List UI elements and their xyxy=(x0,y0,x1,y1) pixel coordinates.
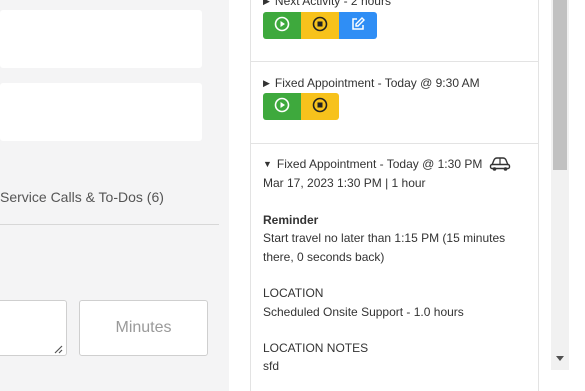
location-heading: LOCATION xyxy=(263,286,324,300)
car-icon xyxy=(489,156,511,177)
appointment-section-1: ▶ Fixed Appointment - Today @ 9:30 AM xyxy=(250,62,539,144)
activity-panel: ▶ Next Activity - 2 hours ▶ Fixed Appointm… xyxy=(229,0,585,391)
play-icon xyxy=(274,97,290,116)
tab-divider xyxy=(0,224,219,225)
location-value: Scheduled Onsite Support - 1.0 hours xyxy=(263,305,464,319)
edit-button[interactable] xyxy=(339,12,377,39)
appointment-1-title: Fixed Appointment - Today @ 9:30 AM xyxy=(274,76,480,90)
location-notes-heading: LOCATION NOTES xyxy=(263,341,369,355)
resize-grip-icon[interactable] xyxy=(52,341,63,354)
caret-right-icon: ▶ xyxy=(263,0,270,6)
content-card-top xyxy=(0,10,202,68)
tab-service-calls-todos[interactable]: Service Calls & To-Dos (6) xyxy=(0,189,164,205)
content-card-middle xyxy=(0,83,202,141)
activity-list: ▶ Next Activity - 2 hours ▶ Fixed Appointm… xyxy=(250,0,539,391)
stop-button[interactable] xyxy=(301,93,339,120)
edit-icon xyxy=(350,16,366,35)
reminder-text-line-1: Start travel no later than 1:15 PM (15 m… xyxy=(263,231,506,245)
reminder-text-line-2: there, 0 seconds back) xyxy=(263,250,385,264)
next-activity-actions xyxy=(263,12,377,39)
next-activity-header[interactable]: ▶ Next Activity - 2 hours xyxy=(263,0,391,8)
stop-button[interactable] xyxy=(301,12,339,39)
stop-icon xyxy=(312,97,328,116)
play-button[interactable] xyxy=(263,12,301,39)
play-icon xyxy=(274,16,290,35)
play-button[interactable] xyxy=(263,93,301,120)
stop-icon xyxy=(312,16,328,35)
next-activity-title: Next Activity - 2 hours xyxy=(274,0,391,8)
appointment-section-2: ▼ Fixed Appointment - Today @ 1:30 PM Mar… xyxy=(250,144,539,391)
caret-right-icon: ▶ xyxy=(263,78,270,88)
appointment-2-datetime: Mar 17, 2023 1:30 PM | 1 hour xyxy=(263,176,426,190)
location-notes-value: sfd xyxy=(263,359,280,373)
appointment-2-header[interactable]: ▼ Fixed Appointment - Today @ 1:30 PM xyxy=(263,157,482,171)
appointment-1-header[interactable]: ▶ Fixed Appointment - Today @ 9:30 AM xyxy=(263,76,480,90)
minutes-input[interactable] xyxy=(79,300,208,356)
appointment-2-title: Fixed Appointment - Today @ 1:30 PM xyxy=(276,157,483,171)
next-activity-section: ▶ Next Activity - 2 hours xyxy=(250,0,539,62)
appointment-1-actions xyxy=(263,93,339,120)
scroll-down-arrow-icon[interactable] xyxy=(555,353,565,363)
reminder-heading: Reminder xyxy=(263,213,319,227)
caret-down-icon: ▼ xyxy=(263,159,272,169)
scrollbar-thumb[interactable] xyxy=(553,0,567,170)
